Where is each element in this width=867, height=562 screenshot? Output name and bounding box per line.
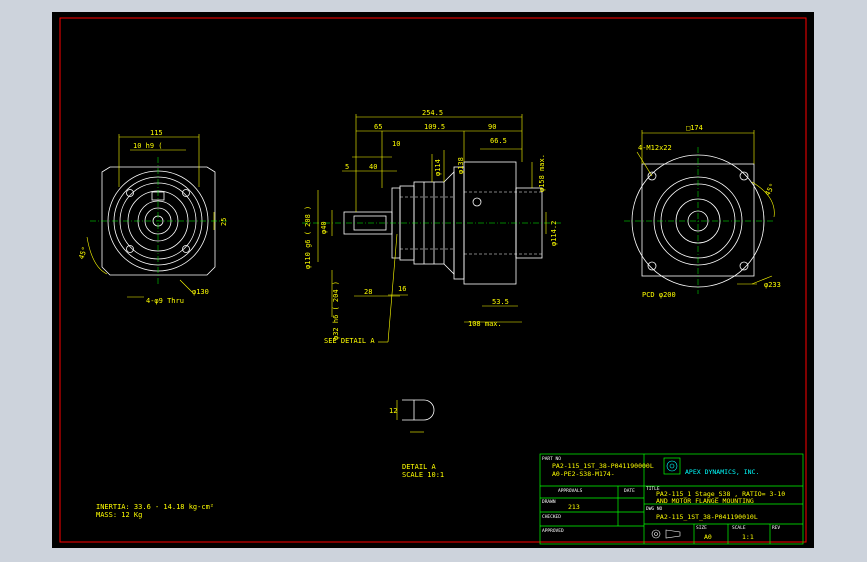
dim-m12: 4-M12x22: [638, 144, 672, 152]
tb-dwg-label: DWG NO: [646, 506, 663, 512]
inertia-note: INERTIA: 33.6 - 14.18 kg-cm²: [96, 503, 214, 511]
left-view-dimensions: [86, 134, 215, 298]
tb-approved-label: APPROVED: [542, 528, 564, 534]
dim-114: φ114: [434, 159, 442, 176]
center-view-dimensions: [317, 114, 547, 343]
tb-dwg-no: PA2-115_1ST_38-P041190010L: [656, 513, 758, 521]
dim-25: 25: [220, 218, 228, 226]
tb-company: APEX DYNAMICS, INC.: [685, 468, 759, 476]
dim-158-max: φ158 max.: [538, 154, 546, 192]
detail-dim-12: 12: [389, 407, 397, 415]
dim-65: 65: [374, 123, 382, 131]
detail-a-view: [402, 399, 435, 421]
dim-16: 16: [398, 285, 406, 293]
detail-a-scale: SCALE 10:1: [402, 471, 444, 479]
dim-109-5: 109.5: [424, 123, 445, 131]
dim-40-shaft: φ40: [320, 221, 328, 234]
company-logo: [666, 460, 678, 472]
dim-108-max: 108 max.: [468, 320, 502, 328]
right-view-centerlines: [624, 147, 774, 294]
dim-10-top: 10: [392, 140, 400, 148]
dim-66-5: 66.5: [490, 137, 507, 145]
dim-233: φ233: [764, 281, 781, 289]
tb-rev-label: REV: [772, 525, 780, 531]
detail-a-dims: [396, 400, 424, 433]
dim-110-g6: φ110 g6 ( 208 ): [304, 206, 312, 269]
projection-symbol: [651, 529, 681, 539]
dim-138: φ138: [457, 157, 465, 174]
dim-32-h6: φ32 h6 ( 204 ): [332, 281, 340, 340]
dim-10-h9: 10 h9 (: [133, 142, 163, 150]
tb-size-value: A0: [704, 533, 712, 541]
dim-90: 90: [488, 123, 496, 131]
dim-40: 40: [369, 163, 377, 171]
dim-174: □174: [686, 124, 703, 132]
dim-5: 5: [345, 163, 349, 171]
dim-115: 115: [150, 129, 163, 137]
dim-254-5: 254.5: [422, 109, 443, 117]
dim-53-5: 53.5: [492, 298, 509, 306]
drawing-canvas: 115 10 h9 ( 25 45° φ130 4-φ9 Thru 254.5 …: [52, 12, 814, 548]
cad-drawing: 115 10 h9 ( 25 45° φ130 4-φ9 Thru 254.5 …: [59, 17, 807, 545]
dim-pcd-200: PCD φ200: [642, 291, 676, 299]
tb-scale-value: 1:1: [742, 533, 754, 541]
detail-a-title: DETAIL A: [402, 463, 437, 471]
dim-45-right: 45°: [764, 182, 777, 197]
tb-drawn-value: 213: [568, 503, 580, 511]
see-detail-a: SEE DETAIL A: [324, 337, 375, 345]
tb-title-2: AND MOTOR FLANGE MOUNTING: [656, 497, 754, 505]
tb-checked-label: CHECKED: [542, 514, 561, 520]
tb-part-no-1: PA2-115_1ST_38-P041190000L: [552, 462, 654, 470]
tb-approvals-label: APPROVALS: [558, 488, 583, 494]
tb-size-label: SIZE: [696, 525, 707, 531]
mass-note: MASS: 12 Kg: [96, 511, 142, 519]
dim-28: 28: [364, 288, 372, 296]
dim-114-2: φ114.2: [550, 221, 558, 246]
tb-drawn-label: DRAWN: [542, 499, 556, 505]
dim-holes: 4-φ9 Thru: [146, 297, 184, 305]
tb-scale-label: SCALE: [732, 525, 746, 531]
tb-date-label: DATE: [624, 488, 635, 494]
tb-part-no-2: A0-PE2-S38-M174-: [552, 470, 615, 478]
dim-45-left: 45°: [77, 246, 89, 261]
dim-130: φ130: [192, 288, 209, 296]
